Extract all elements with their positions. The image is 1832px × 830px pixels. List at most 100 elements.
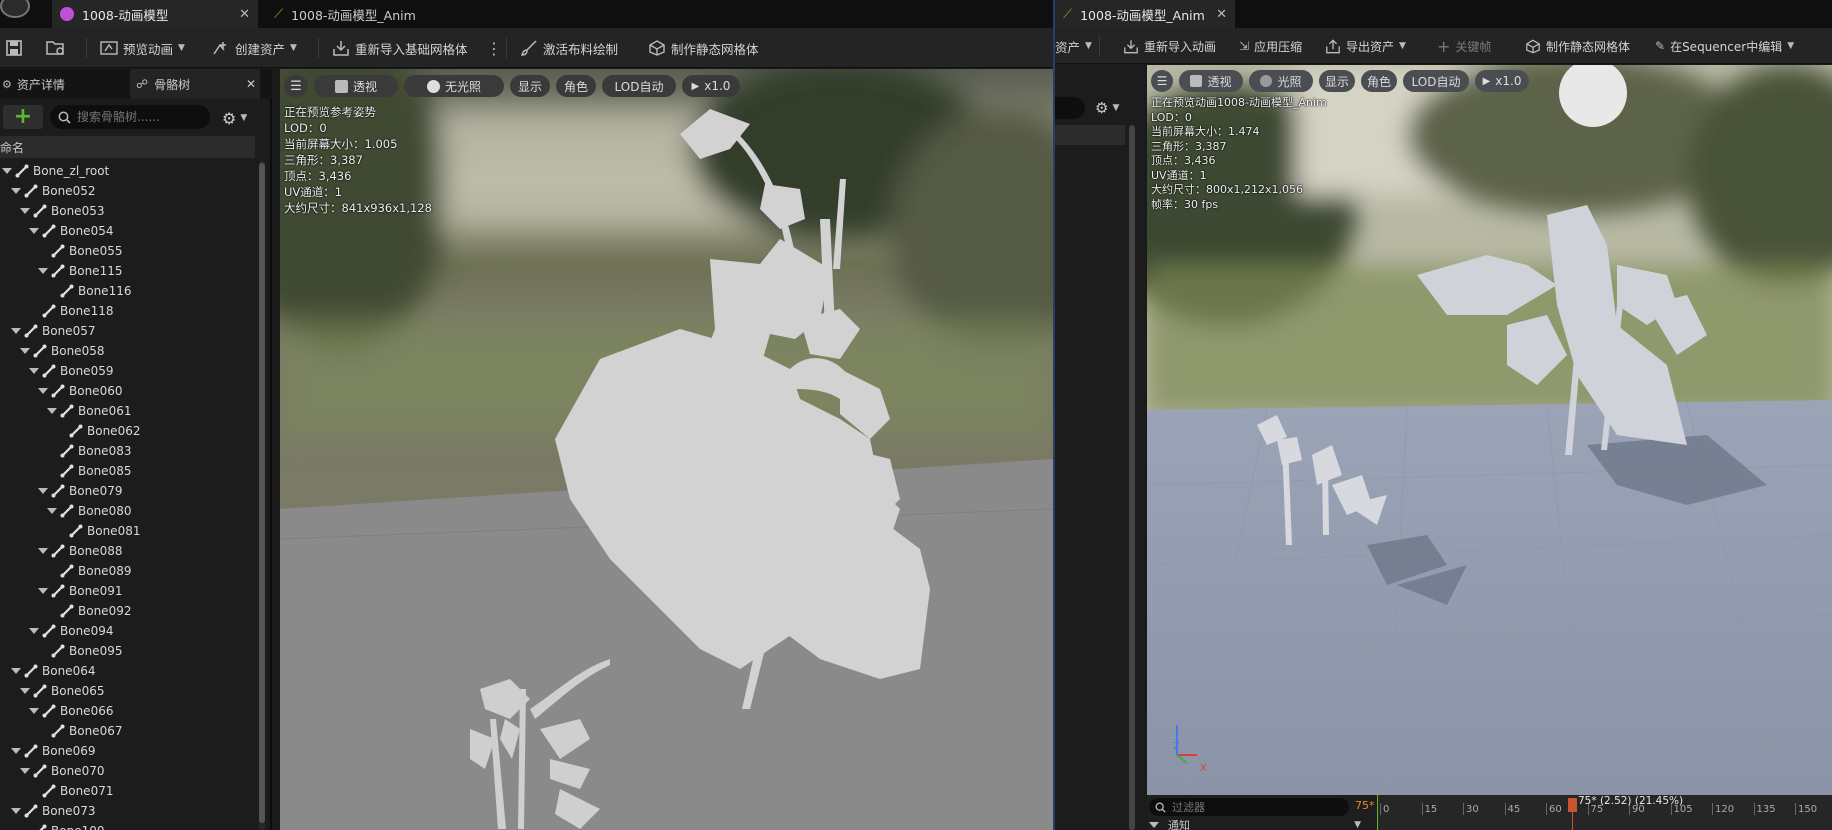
tree-scrollbar[interactable]	[259, 161, 265, 830]
tree-row[interactable]: Bone115	[38, 261, 122, 281]
tree-row[interactable]: Bone062	[56, 421, 140, 441]
save-button[interactable]	[6, 36, 22, 60]
panel-settings-button[interactable]: ⚙ ▼	[1095, 99, 1119, 117]
search-input[interactable]	[77, 110, 205, 124]
lod-button[interactable]: LOD自动	[1403, 70, 1469, 92]
timeline-ruler[interactable]: 0153045607590105120135150165 75* (2.52) …	[1377, 795, 1832, 830]
character-button[interactable]: 角色	[1361, 70, 1397, 92]
perspective-button[interactable]: 透视	[1179, 70, 1243, 92]
expand-arrow-icon[interactable]	[20, 208, 30, 214]
panel-scrollbar[interactable]	[1129, 125, 1135, 830]
tab-skeleton-tree[interactable]: ☍ 骨骼树 ✕	[130, 69, 260, 99]
preview-animation-menu[interactable]: 预览动画 ▼	[100, 36, 185, 60]
viewport-left[interactable]: ☰ 透视 无光照 显示 角色 LOD自动 ▶ x1.0 正在预览参考姿势 LOD…	[280, 69, 1053, 830]
tree-row[interactable]: Bone066	[29, 701, 113, 721]
tree-row[interactable]: Bone058	[20, 341, 104, 361]
browse-asset-button[interactable]	[46, 36, 66, 60]
expand-arrow-icon[interactable]	[2, 168, 12, 174]
viewport-options-button[interactable]: ☰	[284, 75, 308, 97]
close-icon[interactable]: ✕	[246, 77, 256, 91]
lod-button[interactable]: LOD自动	[602, 75, 676, 97]
tree-row[interactable]: Bone059	[29, 361, 113, 381]
create-asset-menu[interactable]: 创建资产 ▼	[212, 36, 297, 60]
tree-row[interactable]: Bone055	[38, 241, 122, 261]
tree-row[interactable]: Bone065	[20, 681, 104, 701]
tree-row[interactable]: Bone100	[20, 821, 104, 830]
tree-row[interactable]: Bone118	[29, 301, 113, 321]
current-frame-field[interactable]: 75*	[1355, 799, 1375, 812]
expand-arrow-icon[interactable]	[11, 808, 21, 814]
tree-row[interactable]: Bone089	[47, 561, 131, 581]
reimport-base-mesh-button[interactable]: 重新导入基础网格体	[332, 36, 468, 60]
tree-row[interactable]: Bone060	[38, 381, 122, 401]
expand-arrow-icon[interactable]	[47, 408, 57, 414]
reimport-animation-button[interactable]: 重新导入动画	[1123, 34, 1216, 58]
scrollbar-thumb[interactable]	[259, 163, 265, 823]
add-bone-button[interactable]: +	[3, 105, 43, 129]
play-speed-button[interactable]: ▶ x1.0	[682, 75, 740, 97]
show-button[interactable]: 显示	[1319, 70, 1355, 92]
expand-arrow-icon[interactable]	[29, 368, 39, 374]
lighting-mode-button[interactable]: 光照	[1249, 70, 1313, 92]
make-static-mesh-button[interactable]: 制作静态网格体	[1525, 34, 1630, 58]
close-icon[interactable]: ✕	[239, 7, 250, 22]
tree-row[interactable]: Bone069	[11, 741, 95, 761]
close-icon[interactable]: ✕	[1216, 7, 1227, 22]
expand-arrow-icon[interactable]	[11, 328, 21, 334]
unreal-logo-icon[interactable]	[0, 0, 30, 18]
expand-arrow-icon[interactable]	[20, 768, 30, 774]
tree-row[interactable]: Bone083	[47, 441, 131, 461]
expand-arrow-icon[interactable]	[20, 688, 30, 694]
tab-skeletal-mesh[interactable]: 1008-动画模型 ✕	[52, 0, 258, 28]
play-speed-button[interactable]: ▶ x1.0	[1475, 70, 1529, 92]
expand-arrow-icon[interactable]	[29, 228, 39, 234]
more-options-button[interactable]: ⋮	[486, 36, 502, 60]
expand-arrow-icon[interactable]	[38, 548, 48, 554]
filter-input[interactable]	[1172, 800, 1332, 814]
expand-arrow-icon[interactable]	[38, 588, 48, 594]
search-box[interactable]	[50, 105, 210, 129]
expand-arrow-icon[interactable]	[29, 708, 39, 714]
tree-row[interactable]: Bone088	[38, 541, 122, 561]
tree-row[interactable]: Bone081	[56, 521, 140, 541]
tree-row[interactable]: Bone079	[38, 481, 122, 501]
activate-cloth-paint-button[interactable]: 激活布料绘制	[520, 36, 618, 60]
tree-row[interactable]: Bone064	[11, 661, 95, 681]
perspective-button[interactable]: 透视	[314, 75, 398, 97]
tree-row[interactable]: Bone067	[38, 721, 122, 741]
make-static-mesh-button[interactable]: 制作静态网格体	[648, 36, 759, 60]
tree-row[interactable]: Bone070	[20, 761, 104, 781]
tree-row[interactable]: Bone073	[11, 801, 95, 821]
edit-in-sequencer-menu[interactable]: ✎ 在Sequencer中编辑 ▼	[1655, 34, 1794, 58]
expand-arrow-icon[interactable]	[11, 188, 21, 194]
tab-anim-sequence[interactable]: ⟋ 1008-动画模型_Anim	[266, 0, 526, 28]
tree-row[interactable]: Bone_zl_root	[2, 161, 109, 181]
tree-row[interactable]: Bone092	[47, 601, 131, 621]
tree-row[interactable]: Bone095	[38, 641, 122, 661]
tree-row[interactable]: Bone057	[11, 321, 95, 341]
tree-row[interactable]: Bone116	[47, 281, 131, 301]
expand-arrow-icon[interactable]	[38, 268, 48, 274]
tree-row[interactable]: Bone061	[47, 401, 131, 421]
asset-menu[interactable]: 资产 ▼	[1055, 34, 1092, 58]
playhead-marker[interactable]	[1568, 798, 1577, 812]
notify-track-header[interactable]: 通知 ▼	[1149, 819, 1369, 830]
show-button[interactable]: 显示	[510, 75, 550, 97]
tab-asset-details[interactable]: ⚙ 资产详情	[0, 69, 130, 99]
expand-arrow-icon[interactable]	[11, 668, 21, 674]
expand-arrow-icon[interactable]	[11, 748, 21, 754]
expand-arrow-icon[interactable]	[29, 628, 39, 634]
tree-row[interactable]: Bone052	[11, 181, 95, 201]
tree-row[interactable]: Bone085	[47, 461, 131, 481]
tree-row[interactable]: Bone054	[29, 221, 113, 241]
tree-row[interactable]: Bone080	[47, 501, 131, 521]
expand-arrow-icon[interactable]	[20, 348, 30, 354]
panel-search-box[interactable]	[1055, 97, 1085, 119]
tree-settings-button[interactable]: ⚙ ▼	[222, 107, 247, 129]
expand-arrow-icon[interactable]	[38, 388, 48, 394]
tab-anim-sequence[interactable]: ⟋ 1008-动画模型_Anim ✕	[1055, 0, 1235, 28]
tree-row[interactable]: Bone091	[38, 581, 122, 601]
tree-row[interactable]: Bone094	[29, 621, 113, 641]
viewport-options-button[interactable]: ☰	[1151, 70, 1173, 92]
export-asset-menu[interactable]: 导出资产 ▼	[1325, 34, 1406, 58]
